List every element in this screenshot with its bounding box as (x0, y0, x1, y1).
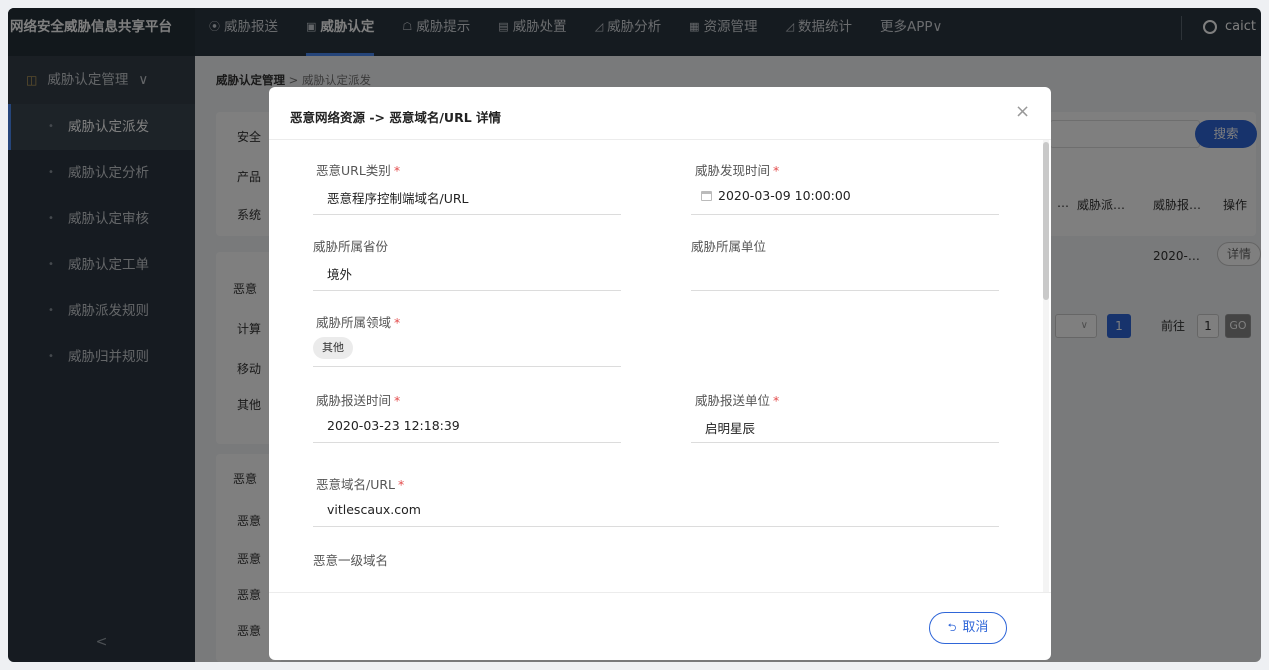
modal-scrollbar-thumb[interactable] (1043, 142, 1049, 300)
app-window: 网络安全威胁信息共享平台 ⦿威胁报送 ▣威胁认定 ☖威胁提示 ▤威胁处置 ◿威胁… (8, 8, 1261, 662)
field-label-discover-time: 威胁发现时间 * (695, 163, 780, 178)
field-label-domain-area: 威胁所属领域 * (316, 315, 401, 330)
field-label-report-time: 威胁报送时间 * (316, 393, 401, 408)
field-value-url-category: 恶意程序控制端域名/URL (327, 191, 469, 206)
required-mark: * (398, 477, 405, 492)
required-mark: * (773, 393, 780, 408)
field-label-province: 威胁所属省份 (313, 239, 389, 254)
field-value-report-time: 2020-03-23 12:18:39 (327, 418, 460, 433)
field-label-unit: 威胁所属单位 (691, 239, 767, 254)
modal-header: 恶意网络资源 -> 恶意域名/URL 详情 × (269, 87, 1051, 140)
field-underline (313, 366, 621, 367)
return-icon: ⮌ (947, 621, 957, 634)
field-label-top-domain: 恶意一级域名 (313, 553, 389, 568)
field-underline (313, 526, 999, 527)
field-underline (313, 214, 621, 215)
field-value-report-unit: 启明星辰 (705, 421, 756, 436)
calendar-icon (701, 191, 712, 201)
cancel-button[interactable]: ⮌ 取消 (929, 612, 1007, 644)
modal-footer: ⮌ 取消 (269, 592, 1051, 660)
field-value-province: 境外 (327, 267, 353, 282)
required-mark: * (394, 315, 401, 330)
detail-modal: 恶意网络资源 -> 恶意域名/URL 详情 × 恶意URL类别 * 恶意程序控制端… (269, 87, 1051, 660)
modal-body: 恶意URL类别 * 恶意程序控制端域名/URL 威胁发现时间 * 2020-03-0… (269, 140, 1051, 592)
modal-title: 恶意网络资源 -> 恶意域名/URL 详情 (290, 110, 502, 125)
required-mark: * (773, 163, 780, 178)
field-value-url: vitlescaux.com (327, 502, 421, 517)
cancel-label: 取消 (962, 620, 989, 635)
field-label-url: 恶意域名/URL * (316, 477, 405, 492)
close-icon[interactable]: × (1015, 102, 1030, 122)
required-mark: * (394, 393, 401, 408)
required-mark: * (393, 163, 401, 178)
field-underline (691, 214, 999, 215)
field-value-discover-time: 2020-03-09 10:00:00 (701, 188, 851, 203)
field-underline (313, 290, 621, 291)
field-underline (691, 290, 999, 291)
field-underline (313, 442, 621, 443)
field-label-url-category: 恶意URL类别 * (316, 163, 401, 178)
domain-area-tag: 其他 (313, 337, 353, 359)
field-underline (691, 442, 999, 443)
field-label-report-unit: 威胁报送单位 * (695, 393, 780, 408)
